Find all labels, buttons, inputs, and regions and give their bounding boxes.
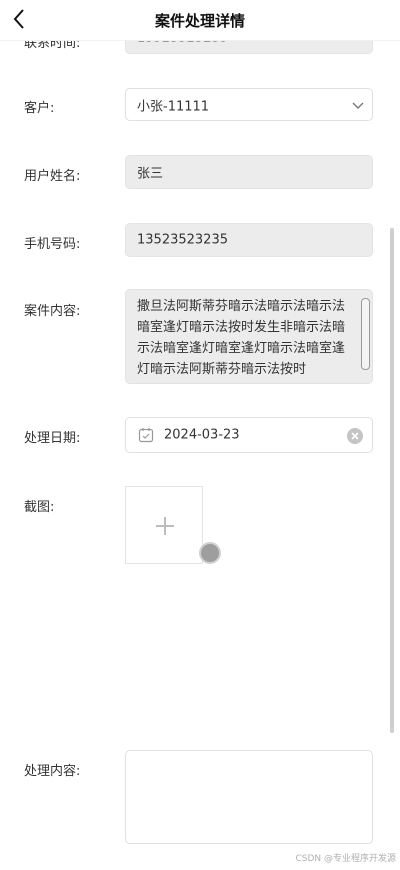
- username-value: 张三: [137, 166, 164, 182]
- upload-remove-dot[interactable]: [199, 542, 221, 564]
- customer-label: 客户:: [24, 101, 55, 116]
- date-value: 2024-03-23: [164, 427, 240, 443]
- process-textarea[interactable]: [125, 750, 373, 844]
- process-label: 处理内容:: [24, 764, 81, 779]
- phone-field: 13523523235: [125, 223, 373, 257]
- calendar-icon: [138, 427, 154, 447]
- upload-box[interactable]: [125, 486, 203, 564]
- customer-select[interactable]: 小张-11111: [125, 88, 373, 121]
- screenshot-label: 截图:: [24, 500, 55, 515]
- chevron-down-icon: [352, 100, 364, 115]
- customer-value: 小张-11111: [137, 99, 210, 114]
- plus-icon: [155, 516, 175, 540]
- username-field: 张三: [125, 155, 373, 189]
- content-value: 撒旦法阿斯蒂芬暗示法暗示法暗示法暗室逢灯暗示法按时发生非暗示法暗示法暗室逢灯暗室…: [137, 299, 346, 377]
- clear-icon[interactable]: [346, 427, 364, 449]
- page-title: 案件处理详情: [154, 12, 245, 30]
- content-label: 案件内容:: [24, 304, 81, 319]
- phone-value: 13523523235: [137, 232, 228, 248]
- content-textarea[interactable]: 撒旦法阿斯蒂芬暗示法暗示法暗示法暗室逢灯暗示法按时发生非暗示法暗示法暗室逢灯暗室…: [125, 289, 373, 384]
- content-scrollbar[interactable]: [361, 298, 370, 370]
- phone-label: 手机号码:: [24, 237, 81, 252]
- username-label: 用户姓名:: [24, 169, 81, 184]
- top-bar: 案件处理详情: [0, 0, 400, 40]
- date-picker[interactable]: 2024-03-23: [125, 417, 373, 453]
- page-scrollbar[interactable]: [390, 228, 394, 733]
- date-label: 处理日期:: [24, 431, 81, 446]
- watermark: CSDN @专业程序开发源: [295, 854, 396, 864]
